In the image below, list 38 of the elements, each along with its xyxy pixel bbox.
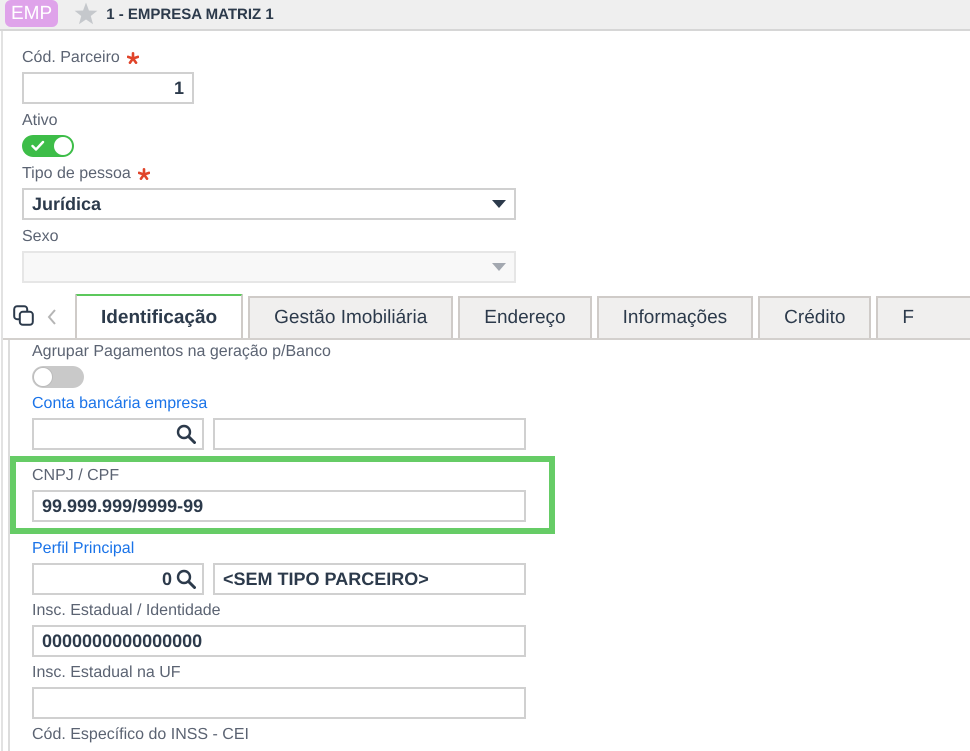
field-link[interactable]: Conta bancária empresa — [32, 394, 208, 414]
select-field[interactable]: Jurídica — [22, 188, 516, 220]
code-field[interactable] — [32, 418, 204, 450]
toggle-switch[interactable] — [32, 366, 84, 388]
field-label: Cód. Parceiro — [22, 48, 120, 68]
field-label: Insc. Estadual na UF — [32, 663, 181, 683]
caret-icon — [492, 200, 506, 208]
tab[interactable]: Endereço — [458, 296, 592, 338]
field-label: Tipo de pessoa — [22, 164, 131, 184]
field-label: Ativo — [22, 111, 58, 131]
field-label: Cód. Específico do INSS - CEI — [32, 725, 249, 745]
tab[interactable]: Gestão Imobiliária — [248, 296, 454, 338]
field-label: CNPJ / CPF — [32, 466, 120, 486]
field-link[interactable]: Perfil Principal — [32, 539, 134, 559]
tab[interactable]: Crédito — [758, 296, 872, 338]
text-field[interactable]: 99.999.999/9999-99 — [32, 490, 526, 522]
tab[interactable]: Identificação — [75, 294, 244, 338]
field-label: Sexo — [22, 227, 58, 247]
copy-icon[interactable] — [13, 305, 35, 327]
tab[interactable]: Informações — [596, 296, 754, 338]
toggle-switch[interactable] — [22, 135, 74, 157]
caret-icon — [492, 263, 506, 271]
search-icon[interactable] — [176, 424, 196, 444]
field-label: Insc. Estadual / Identidade — [32, 601, 221, 621]
check-icon — [31, 140, 45, 152]
code-field[interactable]: 0 — [32, 563, 204, 595]
field-label: Agrupar Pagamentos na geração p/Banco — [32, 342, 331, 362]
description-field[interactable]: <SEM TIPO PARCEIRO> — [213, 563, 526, 595]
search-icon[interactable] — [176, 569, 196, 589]
record-title: 1 - EMPRESA MATRIZ 1 — [106, 5, 274, 25]
chevron-left-icon[interactable] — [47, 309, 57, 325]
text-field[interactable]: 0000000000000000 — [32, 625, 526, 657]
module-badge: EMP — [5, 0, 58, 27]
star-icon[interactable] — [74, 2, 98, 26]
description-field[interactable] — [213, 418, 526, 450]
tab[interactable]: F — [876, 296, 970, 338]
number-field[interactable]: 1 — [22, 72, 194, 104]
text-field[interactable] — [32, 687, 526, 719]
